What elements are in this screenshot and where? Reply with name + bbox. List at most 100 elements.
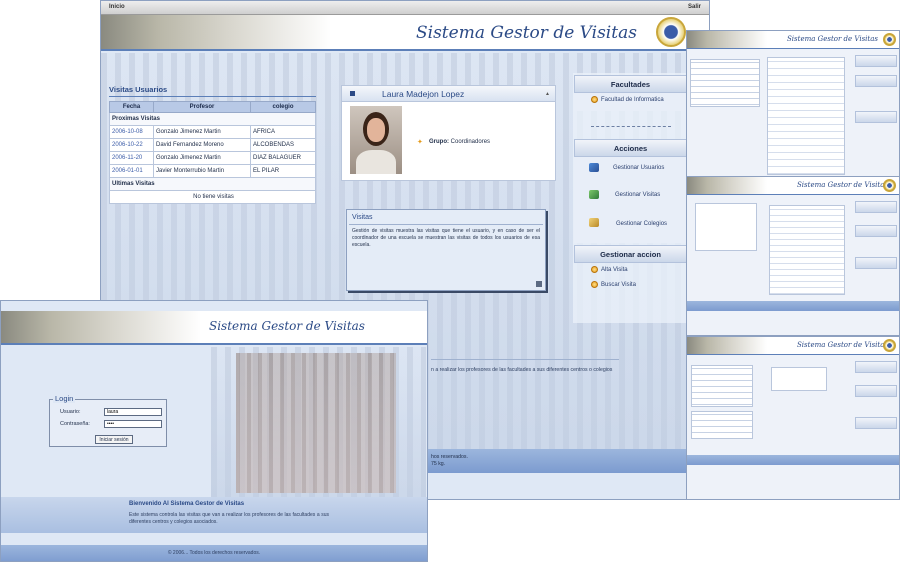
buscar-visita-link[interactable]: Buscar Visita	[601, 282, 636, 288]
seal-icon	[883, 179, 896, 192]
building-illustration	[236, 353, 396, 493]
table-row[interactable]: 2006-01-01 Javier Monterrubio Martin EL …	[109, 164, 316, 178]
username-input[interactable]	[104, 408, 162, 416]
visits-icon	[589, 190, 599, 199]
welcome-title: Bienvenido Al Sistema Gestor de Visitas	[129, 501, 245, 507]
thumb-banner: Sistema Gestor de Visitas	[687, 31, 899, 49]
schools-icon	[589, 218, 599, 227]
table-header-row: Fecha Profesor colegio	[109, 101, 316, 113]
visit-school: DIAZ BALAGUER	[250, 151, 316, 165]
info-panel-title: Visitas	[352, 214, 373, 221]
thumbnail-screen-2[interactable]: Sistema Gestor de Visitas	[686, 176, 900, 336]
password-input[interactable]	[104, 420, 162, 428]
banner-building-photo	[687, 337, 767, 354]
seal-icon	[883, 339, 896, 352]
password-label: Contraseña:	[60, 421, 90, 427]
thumb-results-list	[769, 205, 845, 295]
banner-building-photo	[1, 311, 201, 343]
thumb-title: Sistema Gestor de Visitas	[797, 341, 888, 349]
thumb-table	[691, 411, 753, 439]
col-fecha[interactable]: Fecha	[109, 101, 154, 113]
thumb-side-header	[855, 75, 897, 87]
avatar	[350, 106, 402, 174]
thumb-banner: Sistema Gestor de Visitas	[687, 177, 899, 195]
user-label: Usuario:	[60, 409, 81, 415]
gestionar-colegios-link[interactable]: Gestionar Colegios	[616, 221, 667, 227]
thumb-details-panel	[767, 57, 845, 175]
thumb-side-header	[855, 257, 897, 269]
users-icon	[589, 163, 599, 172]
col-colegio[interactable]: colegio	[250, 101, 316, 113]
banner-building-photo	[687, 177, 767, 194]
visit-teacher: David Fernandez Moreno	[153, 138, 251, 152]
banner-building-photo	[101, 15, 331, 49]
visit-date[interactable]: 2006-01-01	[109, 164, 154, 178]
logout-link[interactable]: Salir	[688, 4, 701, 10]
bullet-icon	[591, 281, 598, 288]
facultad-informatica-link[interactable]: Facultad de Informatica	[601, 97, 664, 103]
past-visits-label: Ultimas Visitas	[109, 177, 316, 191]
no-visits-text: No tiene visitas	[109, 190, 316, 204]
group-value: Coordinadores	[450, 139, 491, 145]
group-label: Grupo:	[429, 139, 449, 145]
profile-name: Laura Madejon Lopez	[382, 89, 465, 99]
login-button[interactable]: Iniciar sesión	[95, 435, 133, 444]
visit-teacher: Gonzalo Jimenez Martin	[153, 151, 251, 165]
seal-icon	[883, 33, 896, 46]
visit-date[interactable]: 2006-10-08	[109, 125, 154, 139]
resize-handle-icon[interactable]	[536, 281, 542, 287]
col-profesor[interactable]: Profesor	[153, 101, 251, 113]
app-title: Sistema Gestor de Visitas	[416, 23, 637, 43]
info-panel: Visitas Gestión de visitas muestra las v…	[346, 209, 546, 291]
footer-text-partial-2: 75 kg.	[431, 461, 446, 467]
gestionar-visitas-link[interactable]: Gestionar Visitas	[615, 192, 660, 198]
login-form: Login Usuario: Contraseña: Iniciar sesió…	[49, 394, 167, 447]
bullet-icon	[591, 96, 598, 103]
login-window: Sistema Gestor de Visitas Login Usuario:…	[0, 300, 428, 562]
thumb-title: Sistema Gestor de Visitas	[787, 35, 878, 43]
thumb-banner: Sistema Gestor de Visitas	[687, 337, 899, 355]
acciones-header: Acciones	[574, 139, 687, 157]
thumb-footer-bar	[687, 301, 899, 311]
thumb-table	[690, 59, 760, 107]
upcoming-visits-label: Proximas Visitas	[109, 112, 316, 126]
thumb-side-header	[855, 361, 897, 373]
group-bullet-icon: ✦	[417, 139, 423, 146]
thumb-table	[691, 365, 753, 407]
info-panel-text: Gestión de visitas muestra las visitas q…	[352, 228, 540, 248]
thumb-side-header	[855, 201, 897, 213]
table-row[interactable]: 2006-11-20 Gonzalo Jimenez Martin DIAZ B…	[109, 151, 316, 165]
top-nav-bar: Inicio Salir	[101, 1, 709, 15]
copyright-text: © 2006... Todos los derechos reservados.	[167, 550, 261, 556]
table-row[interactable]: 2006-10-08 Gonzalo Jimenez Martin AFRICA	[109, 125, 316, 139]
university-seal-icon	[656, 17, 686, 47]
thumb-title: Sistema Gestor de Visitas	[797, 181, 888, 189]
visits-table: Fecha Profesor colegio Proximas Visitas …	[109, 101, 316, 204]
alta-visita-link[interactable]: Alta Visita	[601, 267, 628, 273]
collapse-icon[interactable]: ▲	[545, 91, 550, 97]
visit-school: AFRICA	[250, 125, 316, 139]
thumb-side-header	[855, 55, 897, 67]
home-link[interactable]: Inicio	[109, 4, 125, 10]
visit-school: ALCOBENDAS	[250, 138, 316, 152]
square-bullet-icon	[350, 91, 355, 96]
gestionar-usuarios-link[interactable]: Gestionar Usuarios	[613, 165, 664, 171]
facultades-header: Facultades	[574, 75, 687, 93]
footer-text-partial: hos reservados.	[431, 454, 468, 460]
login-app-title: Sistema Gestor de Visitas	[209, 319, 365, 333]
visit-teacher: Gonzalo Jimenez Martin	[153, 125, 251, 139]
header-banner: Sistema Gestor de Visitas	[101, 15, 709, 51]
gestionar-accion-header: Gestionar accion	[574, 245, 687, 263]
visit-school: EL PILAR	[250, 164, 316, 178]
thumbnail-screen-1[interactable]: Sistema Gestor de Visitas	[686, 30, 900, 180]
welcome-text: Este sistema controla las visitas que va…	[129, 512, 329, 525]
table-row[interactable]: 2006-10-22 David Fernandez Moreno ALCOBE…	[109, 138, 316, 152]
banner-building-photo	[687, 31, 767, 48]
thumb-side-header	[855, 111, 897, 123]
thumb-info-panel	[771, 367, 827, 391]
thumb-footer-bar	[687, 455, 899, 465]
visit-date[interactable]: 2006-10-22	[109, 138, 154, 152]
thumb-side-header	[855, 385, 897, 397]
thumbnail-screen-3[interactable]: Sistema Gestor de Visitas	[686, 336, 900, 500]
visit-date[interactable]: 2006-11-20	[109, 151, 154, 165]
